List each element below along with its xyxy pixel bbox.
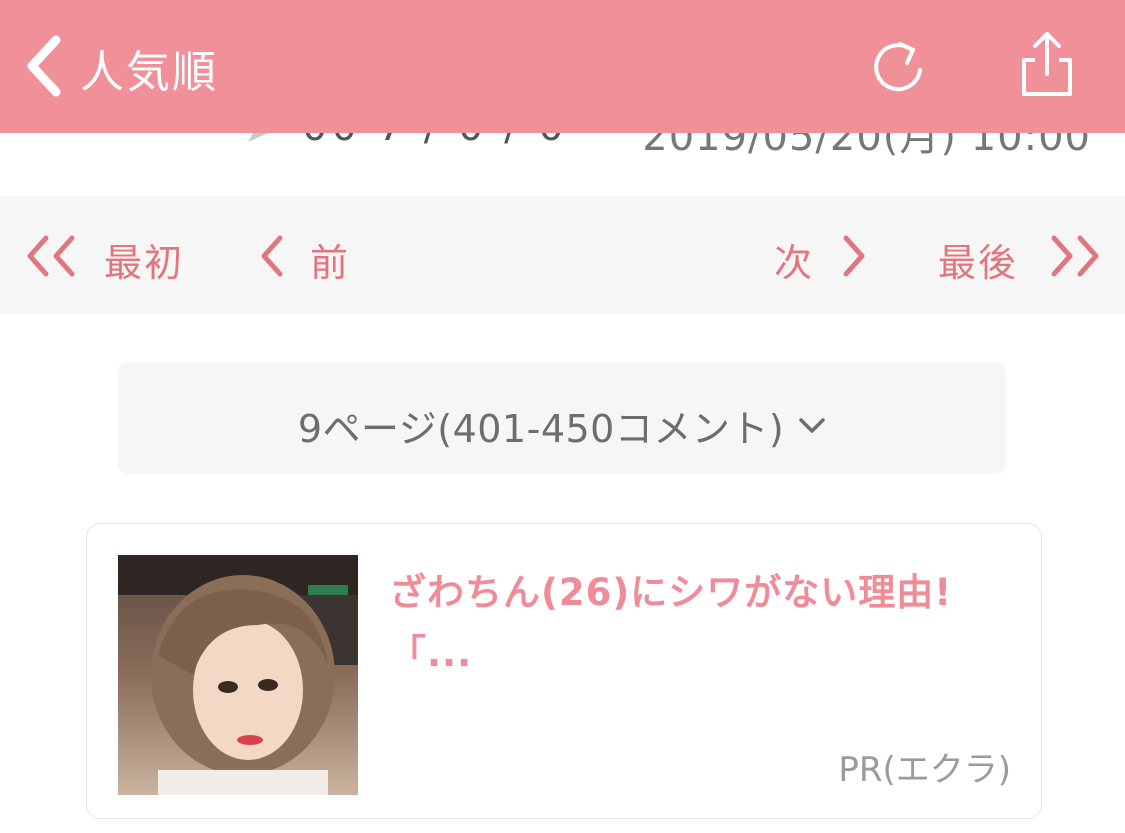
ad-title[interactable]: ざわちん(26)にシワがない理由!「... xyxy=(389,562,989,684)
last-page-button[interactable]: 最後 xyxy=(934,196,1110,314)
next-page-label: 次 xyxy=(774,241,815,285)
chevron-right-icon xyxy=(843,235,865,277)
chevron-down-icon xyxy=(799,417,825,433)
prev-page-button[interactable]: 前 xyxy=(250,196,360,314)
chevron-left-icon xyxy=(261,235,283,277)
first-page-label: 最初 xyxy=(104,241,185,285)
page-select-dropdown[interactable]: 9ページ(401-450コメント) xyxy=(118,362,1006,474)
app-header: 人気順 xyxy=(0,0,1125,133)
page-title: 人気順 xyxy=(80,47,218,98)
ad-thumbnail-image xyxy=(118,555,358,795)
last-page-label: 最後 xyxy=(938,241,1019,285)
page-select-label: 9ページ(401-450コメント) xyxy=(297,407,785,451)
ad-card[interactable]: ざわちん(26)にシワがない理由!「... PR(エクラ) xyxy=(86,523,1042,819)
page: 00 7 / 0 / 0 2019/05/20(月) 10:00 人気順 最初 xyxy=(0,0,1125,833)
share-icon[interactable] xyxy=(1018,30,1076,98)
reload-icon[interactable] xyxy=(870,36,926,96)
ad-source-label: PR(エクラ) xyxy=(838,750,1011,790)
first-page-button[interactable]: 最初 xyxy=(18,196,198,314)
pagination-bar: 最初 前 次 最後 xyxy=(0,196,1125,314)
double-chevron-left-icon xyxy=(27,235,75,277)
chevron-left-icon[interactable] xyxy=(22,34,66,98)
prev-page-label: 前 xyxy=(310,241,351,285)
next-page-button[interactable]: 次 xyxy=(770,196,880,314)
double-chevron-right-icon xyxy=(1051,235,1099,277)
